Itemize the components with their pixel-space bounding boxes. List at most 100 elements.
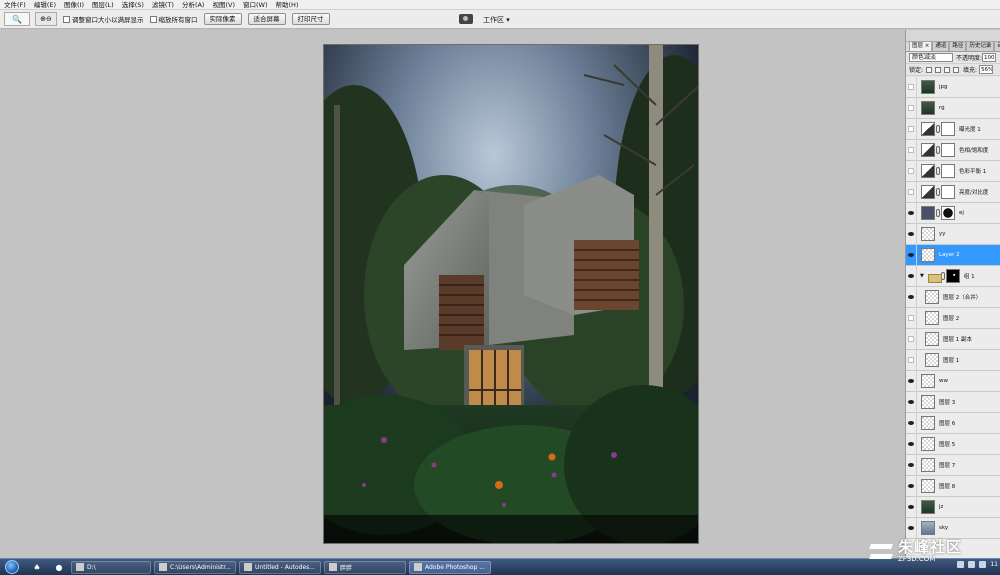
layer-row[interactable]: jpg <box>906 77 1000 98</box>
menu-item[interactable]: 图像(I) <box>60 0 88 10</box>
lock-transparent-icon[interactable] <box>926 66 933 73</box>
actual-pixels-button[interactable]: 实际像素 <box>203 13 242 25</box>
layer-mask-thumbnail[interactable] <box>945 269 960 283</box>
visibility-toggle[interactable] <box>906 328 917 350</box>
quick-launch-icon-2[interactable]: ● <box>50 561 68 574</box>
layer-row[interactable]: 图层 2（合并） <box>906 286 1000 308</box>
layer-row[interactable]: Layer 2 <box>906 244 1000 266</box>
menu-item[interactable]: 滤镜(T) <box>148 0 178 10</box>
layer-row[interactable]: ej <box>906 202 1000 224</box>
visibility-toggle[interactable] <box>906 286 917 308</box>
visibility-toggle[interactable] <box>906 97 917 119</box>
opacity-input[interactable]: 100 <box>982 53 997 62</box>
taskbar-item[interactable]: Adobe Photoshop ... <box>409 560 491 574</box>
layer-row[interactable]: 曝光度 1 <box>906 118 1000 140</box>
layer-thumbnail <box>921 395 935 409</box>
visibility-toggle[interactable] <box>906 118 917 140</box>
visibility-toggle[interactable] <box>906 202 917 224</box>
expand-triangle-icon[interactable]: ▼ <box>920 273 924 279</box>
menu-item[interactable]: 视图(V) <box>208 0 239 10</box>
layer-row[interactable]: 色彩平衡 1 <box>906 160 1000 182</box>
menu-item[interactable]: 图层(L) <box>88 0 118 10</box>
resize-windows-checkbox[interactable] <box>63 15 70 23</box>
visibility-toggle[interactable] <box>906 370 917 392</box>
layer-row[interactable]: 图层 5 <box>906 433 1000 455</box>
visibility-toggle[interactable] <box>906 139 917 161</box>
taskbar-item[interactable]: Untitled - Autodes... <box>239 560 321 574</box>
zoom-all-windows-option[interactable]: 缩放所有窗口 <box>149 14 198 24</box>
layer-mask-thumbnail[interactable] <box>941 185 955 199</box>
link-icon[interactable] <box>936 146 940 154</box>
link-icon[interactable] <box>936 167 940 175</box>
layer-row[interactable]: 图层 7 <box>906 454 1000 476</box>
visibility-toggle[interactable] <box>906 223 917 245</box>
layer-row[interactable]: yy <box>906 223 1000 245</box>
zoom-in-out-icon[interactable]: ⊕⊖ <box>35 12 57 26</box>
link-icon[interactable] <box>936 209 940 217</box>
layer-mask-thumbnail[interactable] <box>941 206 955 220</box>
layer-row[interactable]: 图层 3 <box>906 391 1000 413</box>
camera-icon[interactable] <box>459 14 473 24</box>
taskbar-item[interactable]: C:\Users\Administr... <box>154 560 236 574</box>
visibility-toggle[interactable] <box>906 77 917 98</box>
layer-mask-thumbnail[interactable] <box>941 122 955 136</box>
layer-mask-thumbnail[interactable] <box>941 143 955 157</box>
layer-row[interactable]: jz <box>906 496 1000 518</box>
zoom-all-windows-checkbox[interactable] <box>149 15 157 23</box>
panel-tab[interactable]: 图层 × <box>909 41 933 51</box>
zoom-tool-icon[interactable]: 🔍 <box>4 12 30 26</box>
layer-row[interactable]: 图层 8 <box>906 475 1000 497</box>
taskbar-item[interactable]: D:\ <box>71 560 151 574</box>
visibility-toggle[interactable] <box>906 391 917 413</box>
panel-tab[interactable]: 动作 <box>994 41 1000 51</box>
blend-mode-select[interactable]: 颜色减淡 <box>909 53 953 62</box>
layer-name: ej <box>959 210 964 216</box>
menu-item[interactable]: 选择(S) <box>118 0 148 10</box>
visibility-toggle[interactable] <box>906 307 917 329</box>
panel-tab[interactable]: 通道 <box>932 41 950 51</box>
layer-row[interactable]: ▼ 组 1 <box>906 265 1000 287</box>
layer-row[interactable]: 图层 1 副本 <box>906 328 1000 350</box>
panel-tab[interactable]: 历史记录 <box>966 41 995 51</box>
menu-item[interactable]: 文件(F) <box>0 0 30 10</box>
menu-item[interactable]: 编辑(E) <box>30 0 60 10</box>
lock-all-icon[interactable] <box>953 66 960 73</box>
quick-launch-icon-1[interactable]: ♠ <box>28 561 46 574</box>
canvas-area[interactable] <box>0 30 905 558</box>
start-button[interactable] <box>0 559 24 575</box>
layer-row[interactable]: 图层 2 <box>906 307 1000 329</box>
layer-row[interactable]: 图层 1 <box>906 349 1000 371</box>
visibility-toggle[interactable] <box>906 244 917 266</box>
visibility-toggle[interactable] <box>906 412 917 434</box>
link-icon[interactable] <box>936 125 940 133</box>
panel-tab[interactable]: 路径 <box>949 41 967 51</box>
visibility-toggle[interactable] <box>906 454 917 476</box>
fill-input[interactable]: 56% <box>979 65 994 74</box>
visibility-toggle[interactable] <box>906 160 917 182</box>
layer-mask-thumbnail[interactable] <box>941 164 955 178</box>
menu-item[interactable]: 帮助(H) <box>272 0 303 10</box>
menu-item[interactable]: 窗口(W) <box>239 0 272 10</box>
lock-image-icon[interactable] <box>935 66 942 73</box>
layer-row[interactable]: ww <box>906 370 1000 392</box>
workspace-menu-button[interactable]: 工作区 ▾ <box>478 13 515 26</box>
layer-row[interactable]: rg <box>906 97 1000 119</box>
visibility-toggle[interactable] <box>906 349 917 371</box>
hidden-eye-icon <box>908 336 914 342</box>
resize-windows-option[interactable]: 调整窗口大小以满屏显示 <box>63 14 144 24</box>
taskbar-item[interactable]: 胖胖 <box>324 560 406 574</box>
fit-screen-button[interactable]: 适合屏幕 <box>247 13 286 25</box>
lock-position-icon[interactable] <box>944 66 951 73</box>
visibility-toggle[interactable] <box>906 265 917 287</box>
visibility-toggle[interactable] <box>906 433 917 455</box>
print-size-button[interactable]: 打印尺寸 <box>291 13 330 25</box>
visibility-toggle[interactable] <box>906 496 917 518</box>
layer-row[interactable]: 图层 6 <box>906 412 1000 434</box>
menu-item[interactable]: 分析(A) <box>178 0 209 10</box>
visibility-toggle[interactable] <box>906 181 917 203</box>
layer-row[interactable]: 亮度/对比度 <box>906 181 1000 203</box>
link-icon[interactable] <box>936 188 940 196</box>
visibility-toggle[interactable] <box>906 475 917 497</box>
layer-row[interactable]: 色相/饱和度 <box>906 139 1000 161</box>
document-image[interactable] <box>323 44 699 544</box>
